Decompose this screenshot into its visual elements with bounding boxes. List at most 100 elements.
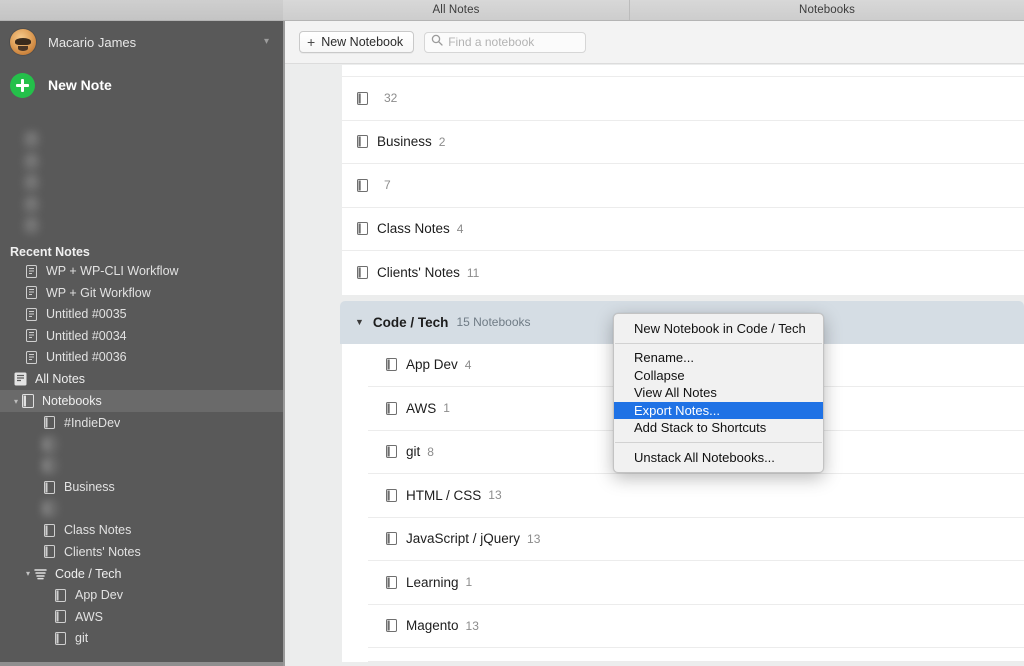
new-notebook-button[interactable]: + New Notebook [299, 31, 415, 53]
context-menu-group-2: Rename... Collapse View All Notes Export… [614, 348, 823, 439]
sidebar-shortcut-item[interactable] [0, 172, 283, 194]
recent-note-label: WP + Git Workflow [46, 285, 151, 300]
table-row[interactable]: Class Notes 4 [342, 207, 1024, 251]
sidebar-stack-code-tech[interactable]: ▾ Code / Tech [0, 563, 283, 585]
sidebar-notebook-item[interactable] [0, 455, 283, 477]
notebook-name: HTML / CSS [406, 487, 482, 503]
menu-separator [615, 342, 822, 344]
search-notebook-field[interactable]: Find a notebook [424, 31, 587, 53]
sidebar-notebook-item[interactable] [0, 498, 283, 520]
menu-item-new-notebook-in-stack[interactable]: New Notebook in Code / Tech [614, 320, 823, 338]
sidebar-notebook-item[interactable]: #IndieDev [0, 412, 283, 434]
notebook-count: 13 [527, 531, 541, 546]
table-row[interactable]: Learning 1 [368, 561, 1024, 605]
table-row[interactable]: JavaScript / jQuery 13 [368, 517, 1024, 561]
table-row-partial[interactable] [342, 65, 1024, 77]
recent-note-label: Untitled #0034 [46, 328, 127, 343]
recent-note-item[interactable]: Untitled #0036 [0, 347, 283, 369]
menu-item-unstack-all-notebooks[interactable]: Unstack All Notebooks... [614, 449, 823, 467]
menu-item-collapse[interactable]: Collapse [614, 367, 823, 385]
sidebar-shortcut-item[interactable] [0, 215, 283, 237]
sidebar-shortcuts-list [0, 129, 283, 237]
notebook-count: 4 [464, 357, 472, 372]
sidebar-stack-child-item[interactable]: AWS [0, 606, 283, 628]
chevron-down-icon[interactable]: ▾ [264, 37, 269, 47]
sidebar-shortcut-item[interactable] [0, 194, 283, 216]
notebook-count: 7 [384, 178, 391, 193]
table-row-partial[interactable] [368, 648, 1024, 662]
stack-context-menu[interactable]: New Notebook in Code / Tech Rename... Co… [613, 313, 824, 473]
menu-item-label: Add Stack to Shortcuts [634, 420, 767, 436]
recent-note-item[interactable]: WP + WP-CLI Workflow [0, 261, 283, 283]
menu-item-label: View All Notes [634, 385, 717, 401]
notebook-icon [22, 394, 34, 408]
menu-item-view-all-notes[interactable]: View All Notes [614, 384, 823, 402]
list-gap [342, 294, 1024, 301]
context-menu-group-3: Unstack All Notebooks... [614, 447, 823, 468]
table-row[interactable]: Business 2 [342, 120, 1024, 164]
note-icon [26, 176, 37, 190]
sidebar-all-notes-label: All Notes [35, 372, 86, 386]
table-row[interactable]: 7 [342, 164, 1024, 208]
sidebar-shortcut-item[interactable] [0, 151, 283, 173]
chevron-down-icon[interactable]: ▾ [10, 397, 22, 406]
menu-item-label: Unstack All Notebooks... [634, 449, 775, 465]
sidebar-notebook-item[interactable]: Class Notes [0, 520, 283, 542]
sidebar-notebook-item[interactable] [0, 434, 283, 456]
notebook-count: 2 [438, 134, 446, 149]
sidebar-stack-label: Code / Tech [55, 566, 122, 581]
search-icon [431, 33, 443, 51]
chevron-down-icon[interactable]: ▼ [355, 317, 364, 327]
notebook-name: App Dev [406, 357, 458, 373]
recent-note-item[interactable]: WP + Git Workflow [0, 282, 283, 304]
sidebar-notebook-label: Business [64, 480, 115, 495]
notebook-name: Magento [406, 618, 459, 634]
notebook-icon [386, 401, 397, 415]
menu-item-rename[interactable]: Rename... [614, 349, 823, 367]
sidebar-stack-child-label: App Dev [75, 588, 123, 603]
chevron-down-icon[interactable]: ▾ [22, 569, 34, 578]
notebook-name: Business [377, 134, 432, 150]
titlebar-sidebar-segment [0, 0, 283, 20]
menu-item-add-stack-to-shortcuts[interactable]: Add Stack to Shortcuts [614, 419, 823, 437]
titlebar-notebooks-segment: Notebooks [630, 0, 1024, 20]
note-icon [26, 197, 37, 211]
notebooks-toolbar: + New Notebook Find a notebook [285, 21, 1024, 64]
recent-note-label: Untitled #0035 [46, 307, 127, 322]
menu-item-export-notes[interactable]: Export Notes... [614, 401, 823, 419]
new-note-button[interactable]: New Note [0, 63, 283, 107]
notebook-icon [386, 619, 397, 633]
titlebar-all-notes-segment: All Notes [283, 0, 630, 20]
notebook-count: 4 [456, 221, 464, 236]
table-row[interactable]: 32 [342, 77, 1024, 121]
notebook-icon [44, 502, 55, 516]
sidebar-notebook-item[interactable]: Clients' Notes [0, 541, 283, 563]
sidebar-stack-child-item[interactable]: App Dev [0, 585, 283, 607]
sidebar-notebook-label: Class Notes [64, 523, 132, 538]
stack-name: Code / Tech [372, 314, 449, 330]
notebook-name: Class Notes [377, 221, 450, 237]
sidebar-shortcut-item[interactable] [0, 129, 283, 151]
sidebar-stack-child-item[interactable]: git [0, 628, 283, 650]
table-row[interactable]: Clients' Notes 11 [342, 251, 1024, 295]
note-icon [26, 307, 37, 321]
plus-icon: + [307, 33, 316, 50]
table-row[interactable]: HTML / CSS 13 [368, 474, 1024, 518]
notebook-name: Learning [406, 574, 459, 590]
sidebar-notebook-item[interactable]: Business [0, 477, 283, 499]
notebook-icon [44, 437, 55, 451]
sidebar-stack-child-label: AWS [75, 609, 104, 624]
table-row[interactable]: Magento 13 [368, 604, 1024, 648]
account-row[interactable]: Macario James ▾ [0, 21, 283, 63]
sidebar-item-all-notes[interactable]: All Notes [0, 368, 283, 390]
recent-note-item[interactable]: Untitled #0034 [0, 325, 283, 347]
notebook-count: 32 [384, 91, 398, 106]
notebook-name: AWS [406, 400, 437, 416]
notebook-icon [386, 488, 397, 502]
recent-note-label: Untitled #0036 [46, 350, 127, 365]
titlebar-all-notes-label: All Notes [432, 4, 480, 16]
sidebar-item-notebooks[interactable]: ▾ Notebooks [0, 390, 283, 412]
window-titlebar: All Notes Notebooks [0, 0, 1024, 21]
titlebar-notebooks-label: Notebooks [799, 4, 855, 16]
recent-note-item[interactable]: Untitled #0035 [0, 304, 283, 326]
